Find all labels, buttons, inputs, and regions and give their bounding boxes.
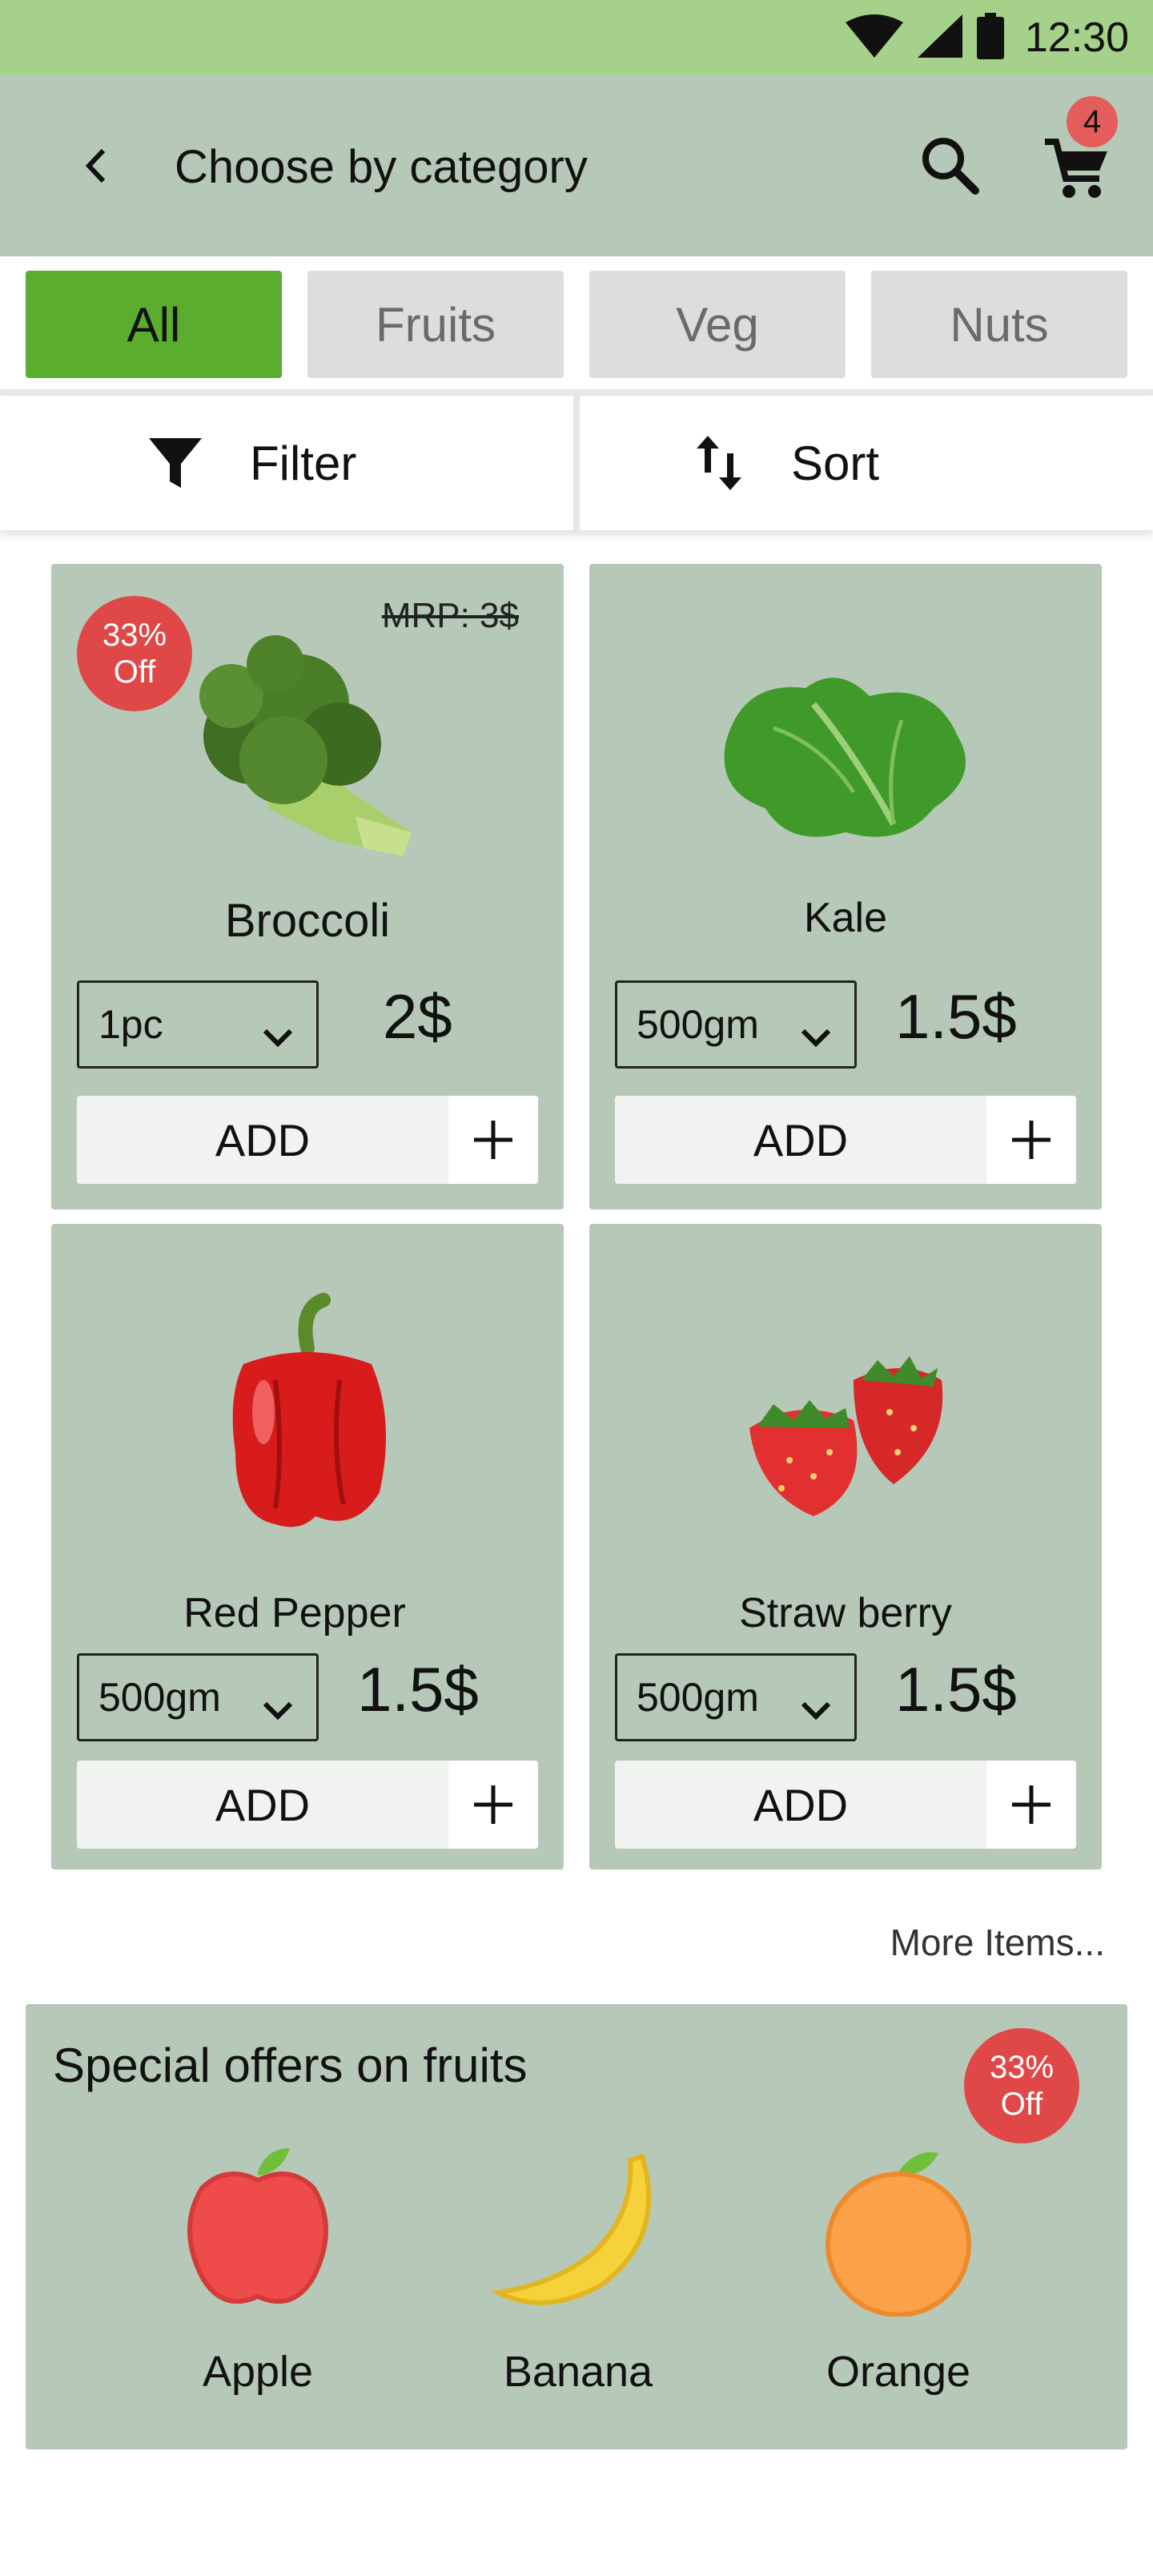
orange-icon	[778, 2132, 1018, 2324]
app-bar: Choose by category	[0, 75, 1153, 256]
add-label: ADD	[215, 1779, 311, 1830]
plus-icon[interactable]	[448, 1096, 538, 1184]
quantity-select[interactable]: 500gm	[77, 1653, 319, 1741]
product-card-strawberry[interactable]: Straw berry 500gm 1.5$ ADD	[589, 1224, 1102, 1870]
discount-word: Off	[1000, 2087, 1043, 2122]
sort-icon	[695, 434, 743, 492]
add-button[interactable]: ADD	[615, 1096, 1076, 1184]
chevron-down-icon	[800, 1684, 832, 1731]
wifi-icon	[845, 14, 903, 62]
filter-icon	[149, 437, 202, 489]
divider	[0, 389, 1153, 396]
product-card-red-pepper[interactable]: Red Pepper 500gm 1.5$ ADD	[51, 1224, 564, 1870]
tab-fruits[interactable]: Fruits	[307, 271, 564, 378]
add-button[interactable]: ADD	[77, 1761, 538, 1849]
add-label: ADD	[753, 1779, 849, 1830]
special-offers-panel: Special offers on fruits 33% Off Apple B…	[26, 2004, 1127, 2449]
filter-button[interactable]: Filter	[149, 396, 356, 530]
apple-icon	[138, 2132, 378, 2324]
sort-label: Sort	[791, 436, 880, 490]
plus-icon[interactable]	[986, 1761, 1076, 1849]
quantity-select[interactable]: 500gm	[615, 980, 857, 1069]
kale-image	[685, 628, 1006, 892]
quantity-select[interactable]: 1pc	[77, 980, 319, 1069]
red-pepper-image	[147, 1288, 468, 1552]
sort-button[interactable]: Sort	[695, 396, 879, 530]
fruit-name: Banana	[503, 2348, 653, 2396]
divider	[573, 396, 580, 530]
add-label: ADD	[753, 1114, 849, 1165]
plus-icon[interactable]	[986, 1096, 1076, 1184]
plus-icon[interactable]	[448, 1761, 538, 1849]
discount-badge: 33% Off	[964, 2028, 1079, 2143]
product-name: Red Pepper	[183, 1590, 406, 1636]
product-card-broccoli[interactable]: 33% Off MRP: 3$ Broccoli 1pc 2$ ADD	[51, 564, 564, 1210]
chevron-down-icon	[262, 1684, 294, 1731]
tab-veg[interactable]: Veg	[589, 271, 846, 378]
quantity-value: 500gm	[637, 1002, 759, 1047]
status-bar: 12:30	[0, 0, 1153, 75]
product-price: 1.5$	[895, 1654, 1017, 1725]
filter-label: Filter	[250, 436, 357, 490]
offer-item-apple[interactable]: Apple	[138, 2132, 378, 2421]
product-price: 2$	[383, 981, 452, 1052]
offer-item-orange[interactable]: Orange	[778, 2132, 1018, 2421]
product-name: Broccoli	[224, 895, 391, 947]
status-time: 12:30	[1024, 14, 1129, 61]
chevron-down-icon	[262, 1012, 294, 1058]
tab-all[interactable]: All	[26, 271, 282, 378]
add-label: ADD	[215, 1114, 311, 1165]
signal-icon	[917, 14, 962, 62]
fruit-name: Orange	[826, 2348, 971, 2396]
product-card-kale[interactable]: Kale 500gm 1.5$ ADD	[589, 564, 1102, 1210]
more-items-link[interactable]: More Items...	[890, 1921, 1105, 1964]
offer-item-banana[interactable]: Banana	[458, 2132, 698, 2421]
back-button[interactable]	[67, 139, 123, 195]
search-icon	[918, 133, 982, 201]
quantity-value: 500gm	[98, 1675, 221, 1720]
category-tabs: All Fruits Veg Nuts	[0, 256, 1153, 396]
filter-sort-bar: Filter Sort	[0, 396, 1153, 530]
chevron-down-icon	[800, 1012, 832, 1058]
page-title: Choose by category	[175, 141, 588, 193]
product-price: 1.5$	[895, 981, 1017, 1052]
battery-icon	[976, 12, 1004, 63]
broccoli-image	[147, 628, 468, 892]
product-name: Straw berry	[739, 1590, 952, 1636]
banana-icon	[458, 2132, 698, 2324]
fruit-name: Apple	[202, 2348, 314, 2396]
quantity-select[interactable]: 500gm	[615, 1653, 857, 1741]
quantity-value: 1pc	[98, 1002, 163, 1047]
quantity-value: 500gm	[637, 1675, 759, 1720]
strawberry-image	[685, 1288, 1006, 1552]
search-button[interactable]	[913, 130, 986, 203]
add-button[interactable]: ADD	[615, 1761, 1076, 1849]
add-button[interactable]: ADD	[77, 1096, 538, 1184]
discount-percent: 33%	[989, 2050, 1055, 2085]
cart-count-badge: 4	[1067, 96, 1118, 147]
product-price: 1.5$	[357, 1654, 479, 1725]
chevron-left-icon	[79, 146, 111, 190]
offers-title: Special offers on fruits	[53, 2039, 528, 2092]
product-name: Kale	[803, 895, 888, 941]
tab-nuts[interactable]: Nuts	[871, 271, 1127, 378]
